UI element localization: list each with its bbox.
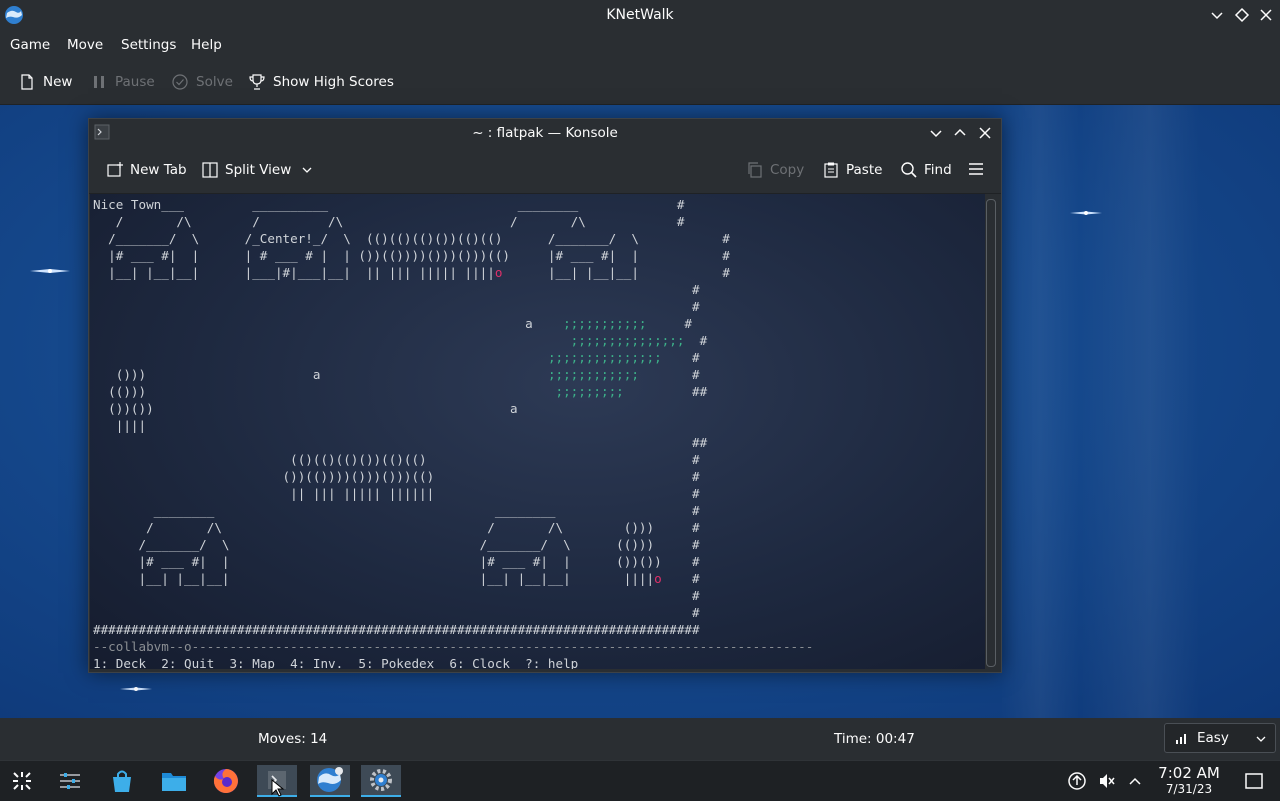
solve-check-icon bbox=[172, 74, 188, 90]
folder-icon bbox=[162, 773, 186, 791]
pause-button[interactable]: Pause bbox=[90, 70, 155, 94]
konsole-window: ~ : flatpak — Konsole New Tab Split View… bbox=[88, 118, 1002, 673]
clock-date[interactable]: 7/31/23 bbox=[1150, 782, 1228, 796]
taskbar-firefox[interactable] bbox=[206, 765, 246, 797]
taskbar-file-manager[interactable] bbox=[154, 765, 194, 797]
chevron-down-icon bbox=[1256, 736, 1266, 742]
maximize-icon[interactable] bbox=[1232, 5, 1252, 25]
konsole-close-icon[interactable] bbox=[977, 125, 993, 141]
show-high-scores-button[interactable]: Show High Scores bbox=[248, 70, 394, 94]
minimize-icon[interactable] bbox=[1207, 5, 1227, 25]
shopping-bag-icon bbox=[113, 770, 131, 792]
status-bar: Moves: 14 Time: 00:47 Easy bbox=[0, 718, 1280, 760]
taskbar-discover[interactable] bbox=[102, 765, 142, 797]
menu-settings[interactable]: Settings bbox=[121, 37, 176, 53]
sparkle-decoration-icon bbox=[30, 269, 70, 273]
copy-button[interactable]: Copy bbox=[746, 159, 804, 181]
gear-icon bbox=[370, 769, 392, 791]
time-counter: Time: 00:47 bbox=[834, 731, 915, 747]
pause-icon bbox=[94, 76, 104, 88]
signal-bars-icon bbox=[1176, 734, 1186, 744]
terminal-scrollbar[interactable] bbox=[986, 199, 996, 667]
terminal-view[interactable]: Nice Town___ __________ ________ # / /\ … bbox=[90, 194, 985, 669]
knetwalk-titlebar: KNetWalk bbox=[0, 0, 1280, 30]
knetwalk-icon bbox=[317, 767, 343, 792]
trophy-icon bbox=[249, 74, 265, 90]
sparkle-decoration-icon bbox=[120, 687, 152, 691]
clock-time[interactable]: 7:02 AM bbox=[1150, 764, 1228, 782]
close-icon[interactable] bbox=[1256, 5, 1276, 25]
search-icon bbox=[901, 162, 917, 178]
update-notification-icon[interactable] bbox=[1067, 771, 1087, 791]
difficulty-select[interactable]: Easy bbox=[1164, 723, 1276, 753]
split-view-button[interactable]: Split View bbox=[201, 159, 313, 181]
menu-move[interactable]: Move bbox=[67, 37, 103, 53]
new-tab-icon bbox=[107, 162, 123, 177]
copy-icon bbox=[748, 162, 762, 178]
terminal-help-line: 1: Deck 2: Quit 3: Map 4: Inv. 5: Pokede… bbox=[93, 656, 579, 669]
application-launcher[interactable] bbox=[2, 765, 42, 797]
ascii-game-map: Nice Town___ __________ ________ # / /\ … bbox=[93, 196, 813, 669]
menu-help[interactable]: Help bbox=[191, 37, 222, 53]
difficulty-value: Easy bbox=[1197, 730, 1229, 746]
solve-button[interactable]: Solve bbox=[171, 70, 233, 94]
hamburger-menu-icon[interactable] bbox=[967, 160, 985, 178]
konsole-minimize-icon[interactable] bbox=[928, 125, 944, 141]
window-title: KNetWalk bbox=[606, 7, 674, 23]
konsole-title: ~ : flatpak — Konsole bbox=[472, 125, 618, 141]
chevron-up-icon[interactable] bbox=[1125, 771, 1145, 791]
taskbar-knetwalk[interactable] bbox=[310, 765, 350, 797]
firefox-icon bbox=[213, 769, 238, 793]
menu-game[interactable]: Game bbox=[10, 37, 50, 53]
find-button[interactable]: Find bbox=[900, 159, 952, 181]
taskbar-system-settings-sliders[interactable] bbox=[50, 765, 90, 797]
mouse-pointer-icon bbox=[271, 779, 285, 797]
konsole-titlebar: ~ : flatpak — Konsole bbox=[89, 119, 1001, 147]
new-game-button[interactable]: New bbox=[18, 70, 72, 94]
konsole-toolbar: New Tab Split View Copy Paste Find bbox=[89, 147, 1001, 194]
paste-button[interactable]: Paste bbox=[822, 159, 882, 181]
main-toolbar: New Pause Solve Show High Scores bbox=[0, 60, 1280, 105]
chevron-down-icon bbox=[302, 167, 312, 173]
moves-counter: Moves: 14 bbox=[258, 731, 328, 747]
split-view-icon bbox=[202, 162, 218, 178]
taskbar: 7:02 AM 7/31/23 bbox=[0, 760, 1280, 801]
paste-clipboard-icon bbox=[824, 162, 838, 178]
steamdeck-launcher-icon bbox=[13, 772, 31, 790]
menu-bar: Game Move Settings Help bbox=[0, 30, 1280, 60]
taskbar-settings[interactable] bbox=[361, 765, 401, 797]
new-tab-button[interactable]: New Tab bbox=[106, 159, 187, 181]
konsole-maximize-icon[interactable] bbox=[952, 125, 968, 141]
sliders-icon bbox=[60, 773, 80, 789]
terminal-footer-label: --collabvm--o bbox=[93, 639, 192, 654]
new-document-icon bbox=[21, 74, 33, 90]
volume-muted-icon[interactable] bbox=[1097, 771, 1117, 791]
sparkle-decoration-icon bbox=[1070, 211, 1102, 215]
show-desktop-icon[interactable] bbox=[1244, 771, 1264, 791]
taskbar-konsole[interactable] bbox=[257, 765, 297, 797]
